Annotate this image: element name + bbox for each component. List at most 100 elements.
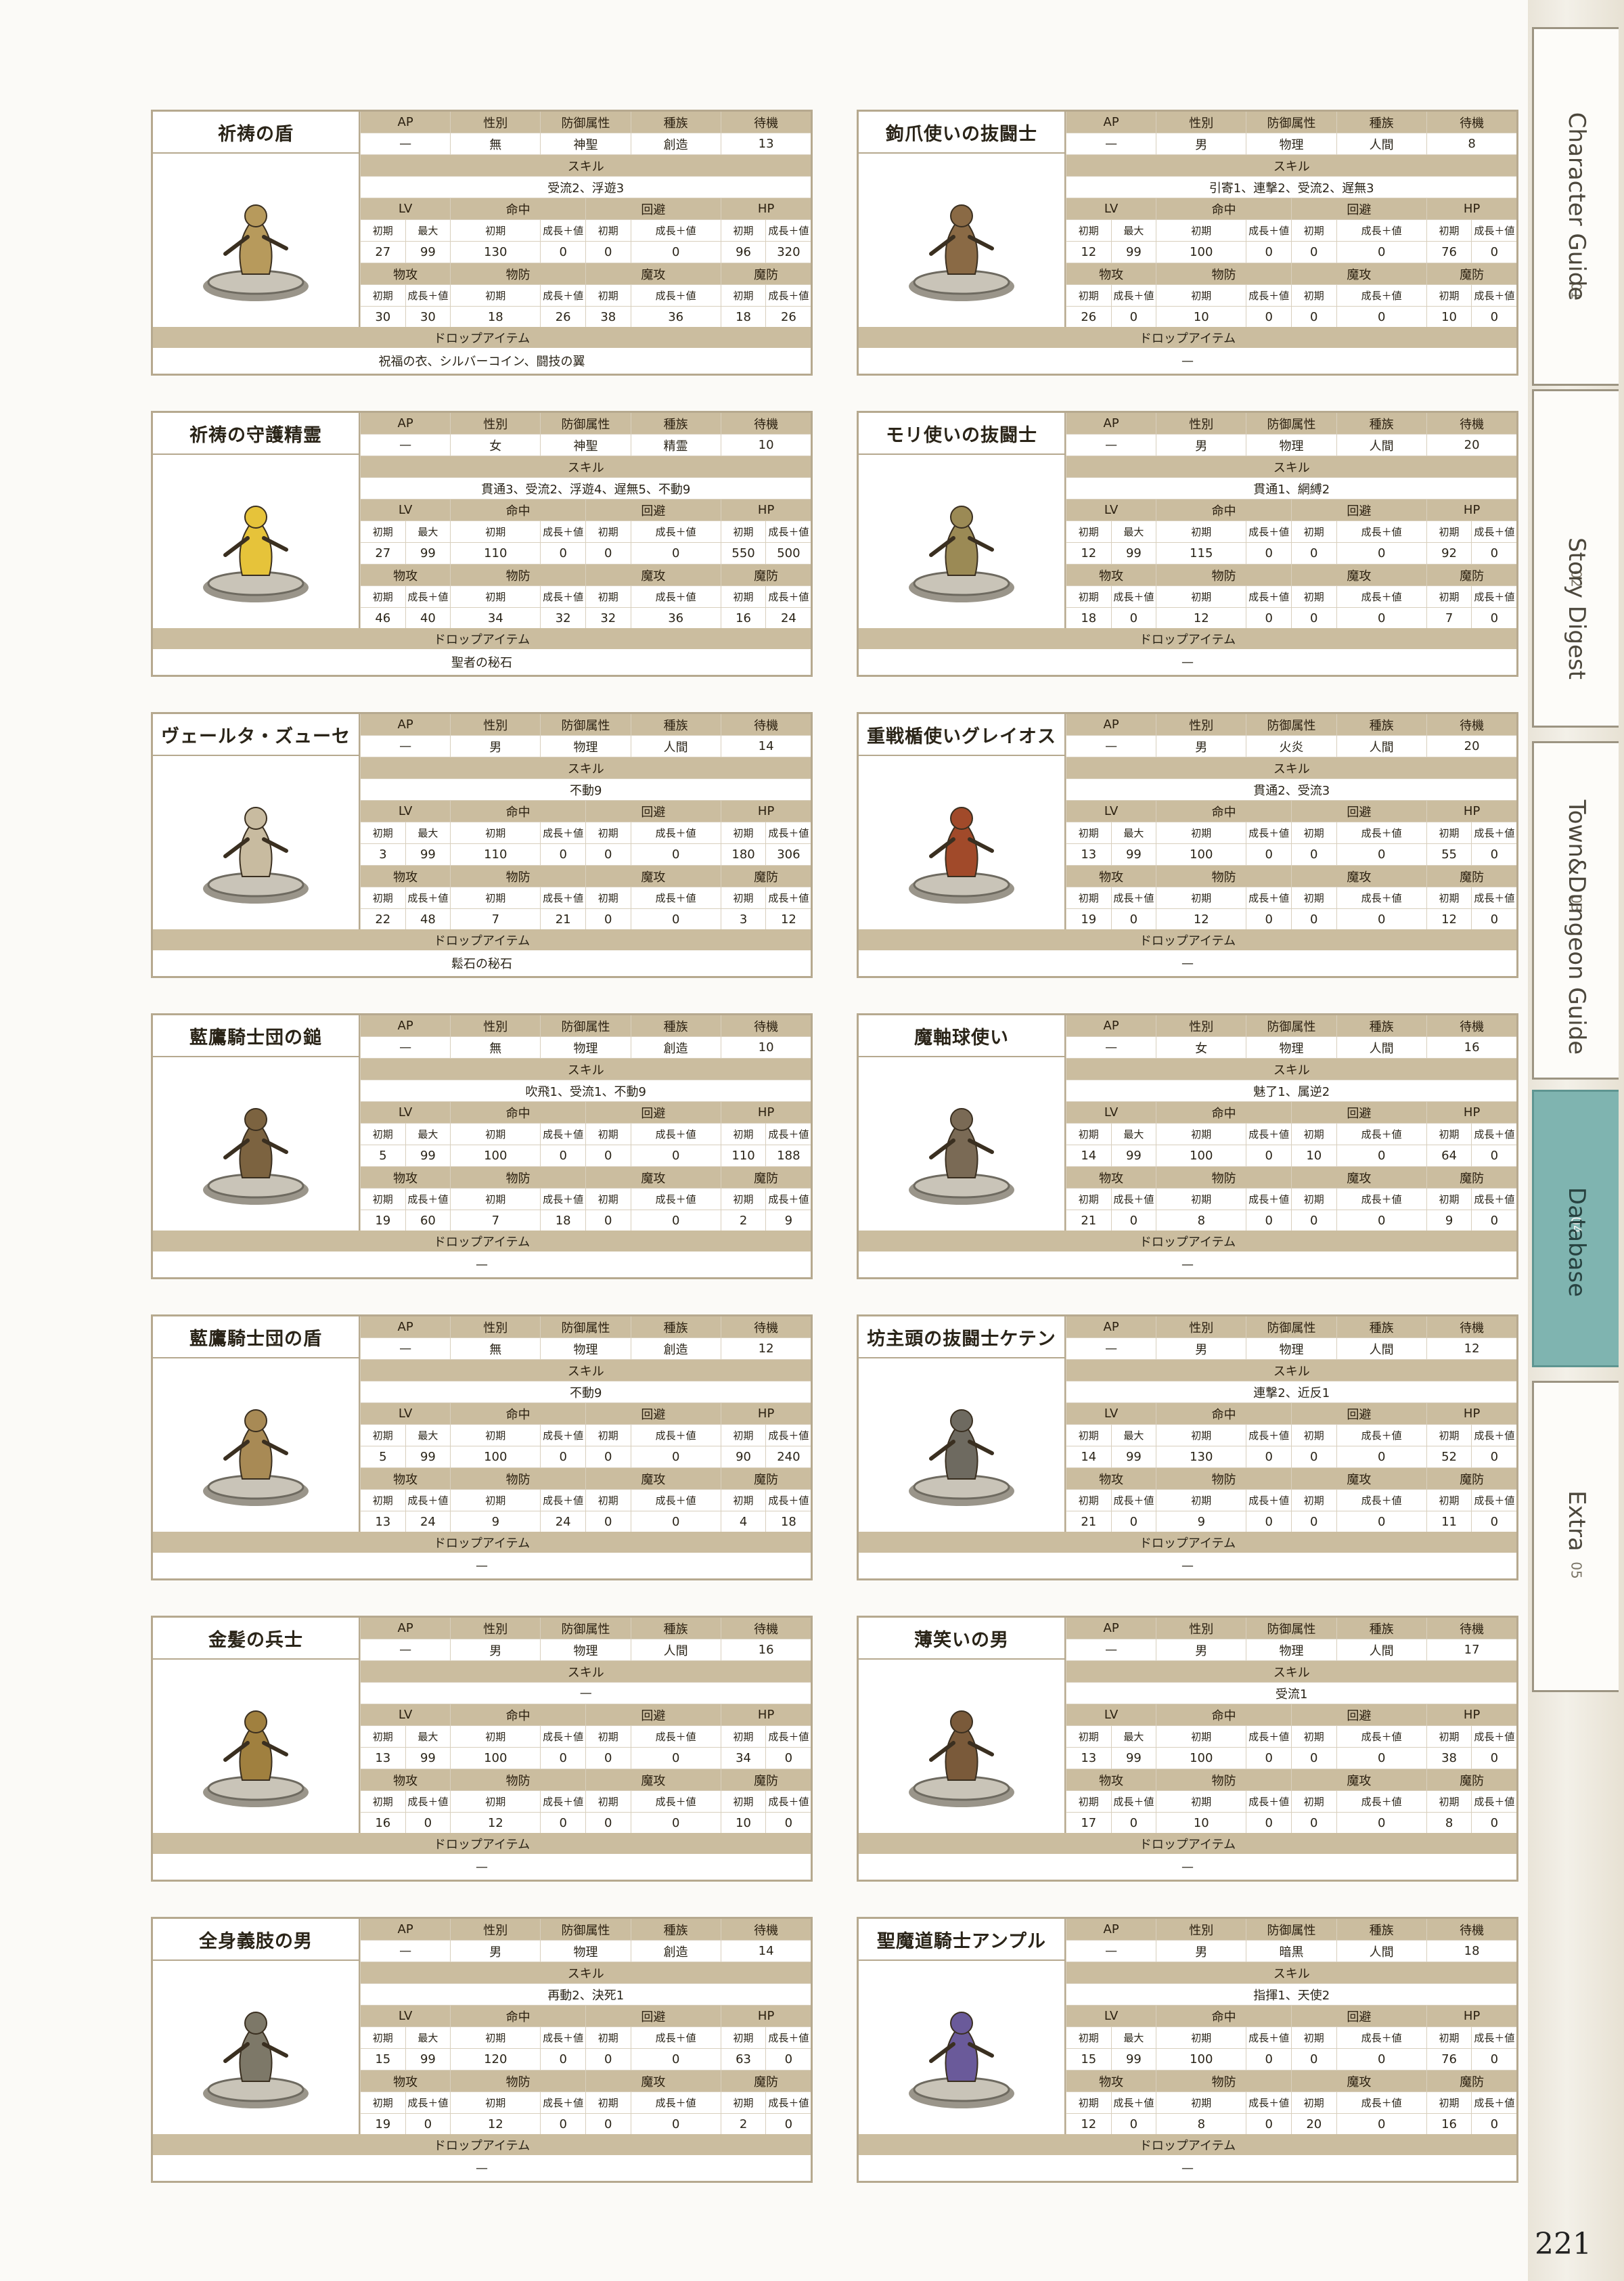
attr-sex: 無: [450, 1337, 541, 1360]
header-cell: HP: [720, 499, 811, 521]
subheader-cell: 成長＋値: [540, 1424, 586, 1446]
subheader-cell: 初期: [1290, 1188, 1337, 1210]
attr-race: 創造: [630, 1337, 721, 1360]
stat-value: 0: [1110, 607, 1156, 629]
stat-value: 0: [1290, 306, 1337, 328]
stat-value: 12: [1156, 607, 1246, 629]
stat-value: 15: [1066, 2048, 1112, 2070]
stat-value: 0: [1246, 1747, 1292, 1769]
subheader-cell: 成長＋値: [540, 219, 586, 242]
subheader-cell: 初期: [720, 1123, 766, 1145]
attr-ap: —: [1065, 1940, 1156, 1962]
subheader-cell: 初期: [720, 1790, 766, 1813]
skill-header: スキル: [1066, 1359, 1516, 1381]
header-cell: LV: [359, 499, 451, 521]
header-cell: 命中: [450, 1704, 586, 1726]
drop-items: 鬆石の秘石: [153, 950, 811, 976]
attr-race: 人間: [630, 735, 721, 757]
tab-database[interactable]: 04 Database: [1532, 1090, 1619, 1367]
stat-value: 99: [405, 542, 451, 564]
stat-value: 0: [630, 843, 721, 866]
stats-table: AP 性別 防御属性 種族 待機 — 男暗黒 人間 18 スキル 指揮1、天使2 LV 命中 回避 HP 初期…: [1065, 1919, 1516, 2135]
attr-sex: 女: [450, 434, 541, 456]
stat-value: 5: [360, 1446, 406, 1468]
stat-value: 0: [1290, 908, 1337, 931]
header-cell: LV: [359, 1704, 451, 1726]
stats-table: AP 性別 防御属性 種族 待機 — 男物理 人間 20 スキル 貫通1、網縛2 LV 命中 回避 HP 初期…: [1065, 413, 1516, 629]
stat-value: 76: [1426, 2048, 1472, 2070]
tab-story-digest[interactable]: 02 Story Digest: [1532, 389, 1619, 728]
tab-town-dungeon-guide[interactable]: 03 Town&Dungeon Guide: [1532, 741, 1619, 1080]
subheader-cell: 成長＋値: [1336, 521, 1427, 543]
subheader-cell: 初期: [360, 887, 406, 909]
header-cell: 性別: [450, 714, 541, 736]
unit-card: 藍鷹騎士団の盾 AP 性別 防御属性 種族 待機 — 無物理 創造 12 スキル 不動9 LV 命中 回避 H…: [151, 1314, 813, 1580]
stat-value: 64: [1426, 1145, 1472, 1167]
stat-value: 55: [1426, 843, 1472, 866]
header-cell: 待機: [720, 1618, 811, 1639]
stat-value: 0: [1246, 1145, 1292, 1167]
subheader-cell: 初期: [1426, 887, 1472, 909]
subheader-cell: 成長＋値: [405, 1489, 451, 1511]
stat-value: 0: [1246, 1812, 1292, 1834]
subheader-cell: 成長＋値: [540, 521, 586, 543]
header-cell: 物攻: [359, 564, 451, 586]
header-cell: 回避: [585, 1704, 721, 1726]
subheader-cell: 初期: [720, 2027, 766, 2049]
attr-race: 精霊: [630, 434, 721, 456]
subheader-cell: 初期: [1156, 1790, 1246, 1813]
header-cell: 物防: [1156, 865, 1292, 887]
header-cell: HP: [1426, 499, 1516, 521]
subheader-cell: 最大: [1110, 521, 1156, 543]
stat-value: 9: [765, 1210, 811, 1232]
unit-card: 魔軸球使い AP 性別 防御属性 種族 待機 — 女物理 人間 16 スキル 魅了1、属逆2 LV 命中回…: [857, 1013, 1518, 1279]
stat-value: 32: [585, 607, 631, 629]
subheader-cell: 初期: [1066, 887, 1112, 909]
header-cell: 防御属性: [540, 714, 631, 736]
header-cell: LV: [1065, 800, 1156, 822]
tab-extra[interactable]: 05 Extra: [1532, 1381, 1619, 1692]
header-cell: AP: [1065, 1015, 1156, 1037]
stat-value: 0: [1336, 843, 1427, 866]
stat-value: 0: [1246, 2113, 1292, 2135]
subheader-cell: 初期: [720, 521, 766, 543]
header-cell: 防御属性: [540, 413, 631, 435]
unit-name: モリ使いの抜闘士: [859, 413, 1066, 455]
header-cell: 物攻: [1065, 2070, 1156, 2092]
attr-race: 創造: [630, 1940, 721, 1962]
header-cell: 待機: [720, 714, 811, 736]
header-cell: 防御属性: [1246, 112, 1337, 133]
subheader-cell: 初期: [360, 585, 406, 608]
subheader-cell: 成長＋値: [630, 822, 721, 844]
skill-header: スキル: [360, 154, 811, 177]
subheader-cell: 成長＋値: [630, 2091, 721, 2114]
attr-wait: 20: [1426, 735, 1516, 757]
stat-value: 0: [540, 241, 586, 263]
stat-value: 10: [720, 1812, 766, 1834]
attr-def: 物理: [1246, 1337, 1337, 1360]
subheader-cell: 初期: [360, 822, 406, 844]
subheader-cell: 最大: [1110, 2027, 1156, 2049]
subheader-cell: 初期: [1426, 521, 1472, 543]
stat-value: 10: [1156, 306, 1246, 328]
subheader-cell: 初期: [1290, 585, 1337, 608]
stat-value: 21: [540, 908, 586, 931]
attr-race: 人間: [1336, 1639, 1427, 1661]
header-cell: 性別: [450, 413, 541, 435]
subheader-cell: 成長＋値: [1336, 284, 1427, 307]
subheader-cell: 初期: [1066, 585, 1112, 608]
unit-name: 重戦楯使いグレイオス: [859, 714, 1066, 756]
stat-value: 18: [720, 306, 766, 328]
attr-def: 火炎: [1246, 735, 1337, 757]
subheader-cell: 成長＋値: [540, 2027, 586, 2049]
subheader-cell: 成長＋値: [540, 887, 586, 909]
header-cell: 命中: [1156, 800, 1292, 822]
header-cell: 回避: [1290, 2005, 1427, 2027]
stat-value: 0: [1246, 1210, 1292, 1232]
subheader-cell: 成長＋値: [1246, 2091, 1292, 2114]
attr-def: 物理: [1246, 133, 1337, 155]
tab-character-guide[interactable]: 01 Character Guide: [1532, 27, 1619, 386]
drop-items: 祝福の衣、シルバーコイン、闘技の翼: [153, 348, 811, 374]
stat-value: 0: [540, 1145, 586, 1167]
subheader-cell: 初期: [720, 284, 766, 307]
